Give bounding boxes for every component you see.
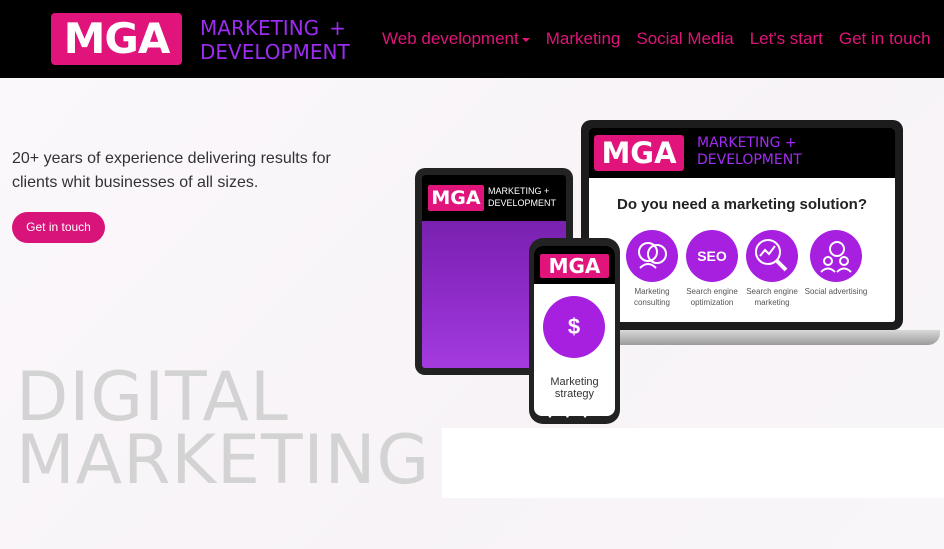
main-nav: Web development Marketing Social Media L… [382,29,944,49]
service-sem: Search engine marketing [740,230,804,308]
phone-logo: MGA [540,254,609,278]
phone-buttons: ●●● [548,414,601,420]
laptop-tagline: MARKETING + DEVELOPMENT [697,135,802,168]
graph-magnifier-icon [746,230,798,282]
marketing-solution-question: Do you need a marketing solution? [616,196,868,213]
laptop-header: MGA MARKETING + DEVELOPMENT [589,128,895,178]
laptop-logo: MGA [594,135,684,171]
top-navbar: MGA MARKETING + DEVELOPMENT Web developme… [0,0,944,78]
nav-get-in-touch[interactable]: Get in touch [839,29,931,49]
laptop-screen: MGA MARKETING + DEVELOPMENT Do you need … [589,128,895,322]
nav-web-development[interactable]: Web development [382,29,530,49]
hero-get-in-touch-button[interactable]: Get in touch [12,212,105,243]
phone-screen: MGA $ Marketing strategy [534,246,615,416]
dropdown-caret-icon [521,37,530,42]
service-seo: SEO Search engine optimization [680,230,744,308]
phone-mockup: MGA $ Marketing strategy ●●● [529,238,620,424]
phone-header: MGA [534,246,615,284]
brand-tagline[interactable]: MARKETING + DEVELOPMENT [200,16,350,64]
nav-marketing[interactable]: Marketing [546,29,621,49]
phone-label: Marketing strategy [550,376,599,400]
hero-white-overlay [442,428,944,498]
people-head-icon [626,230,678,282]
seo-magnifier-icon: SEO [686,230,738,282]
service-marketing-consulting: Marketing consulting [620,230,684,308]
brand-logo[interactable]: MGA [51,13,182,65]
dollar-chart-icon: $ [543,296,605,358]
brand-tagline-line1: MARKETING [200,16,320,40]
nav-social-media[interactable]: Social Media [636,29,733,49]
brand-tagline-plus: + [329,16,346,40]
service-social-advertising: Social advertising [804,230,868,297]
tablet-logo: MGA [428,185,484,211]
hero-heading-line2: MARKETING [16,421,431,500]
brand-tagline-line2: DEVELOPMENT [200,40,350,64]
nav-lets-start[interactable]: Let's start [750,29,823,49]
hero-tagline: 20+ years of experience delivering resul… [12,150,331,191]
tablet-header: MGA MARKETING + DEVELOPMENT [422,175,566,221]
social-chat-icon [810,230,862,282]
laptop-mockup: MGA MARKETING + DEVELOPMENT Do you need … [581,120,903,330]
tablet-tagline: MARKETING + DEVELOPMENT [488,186,557,208]
